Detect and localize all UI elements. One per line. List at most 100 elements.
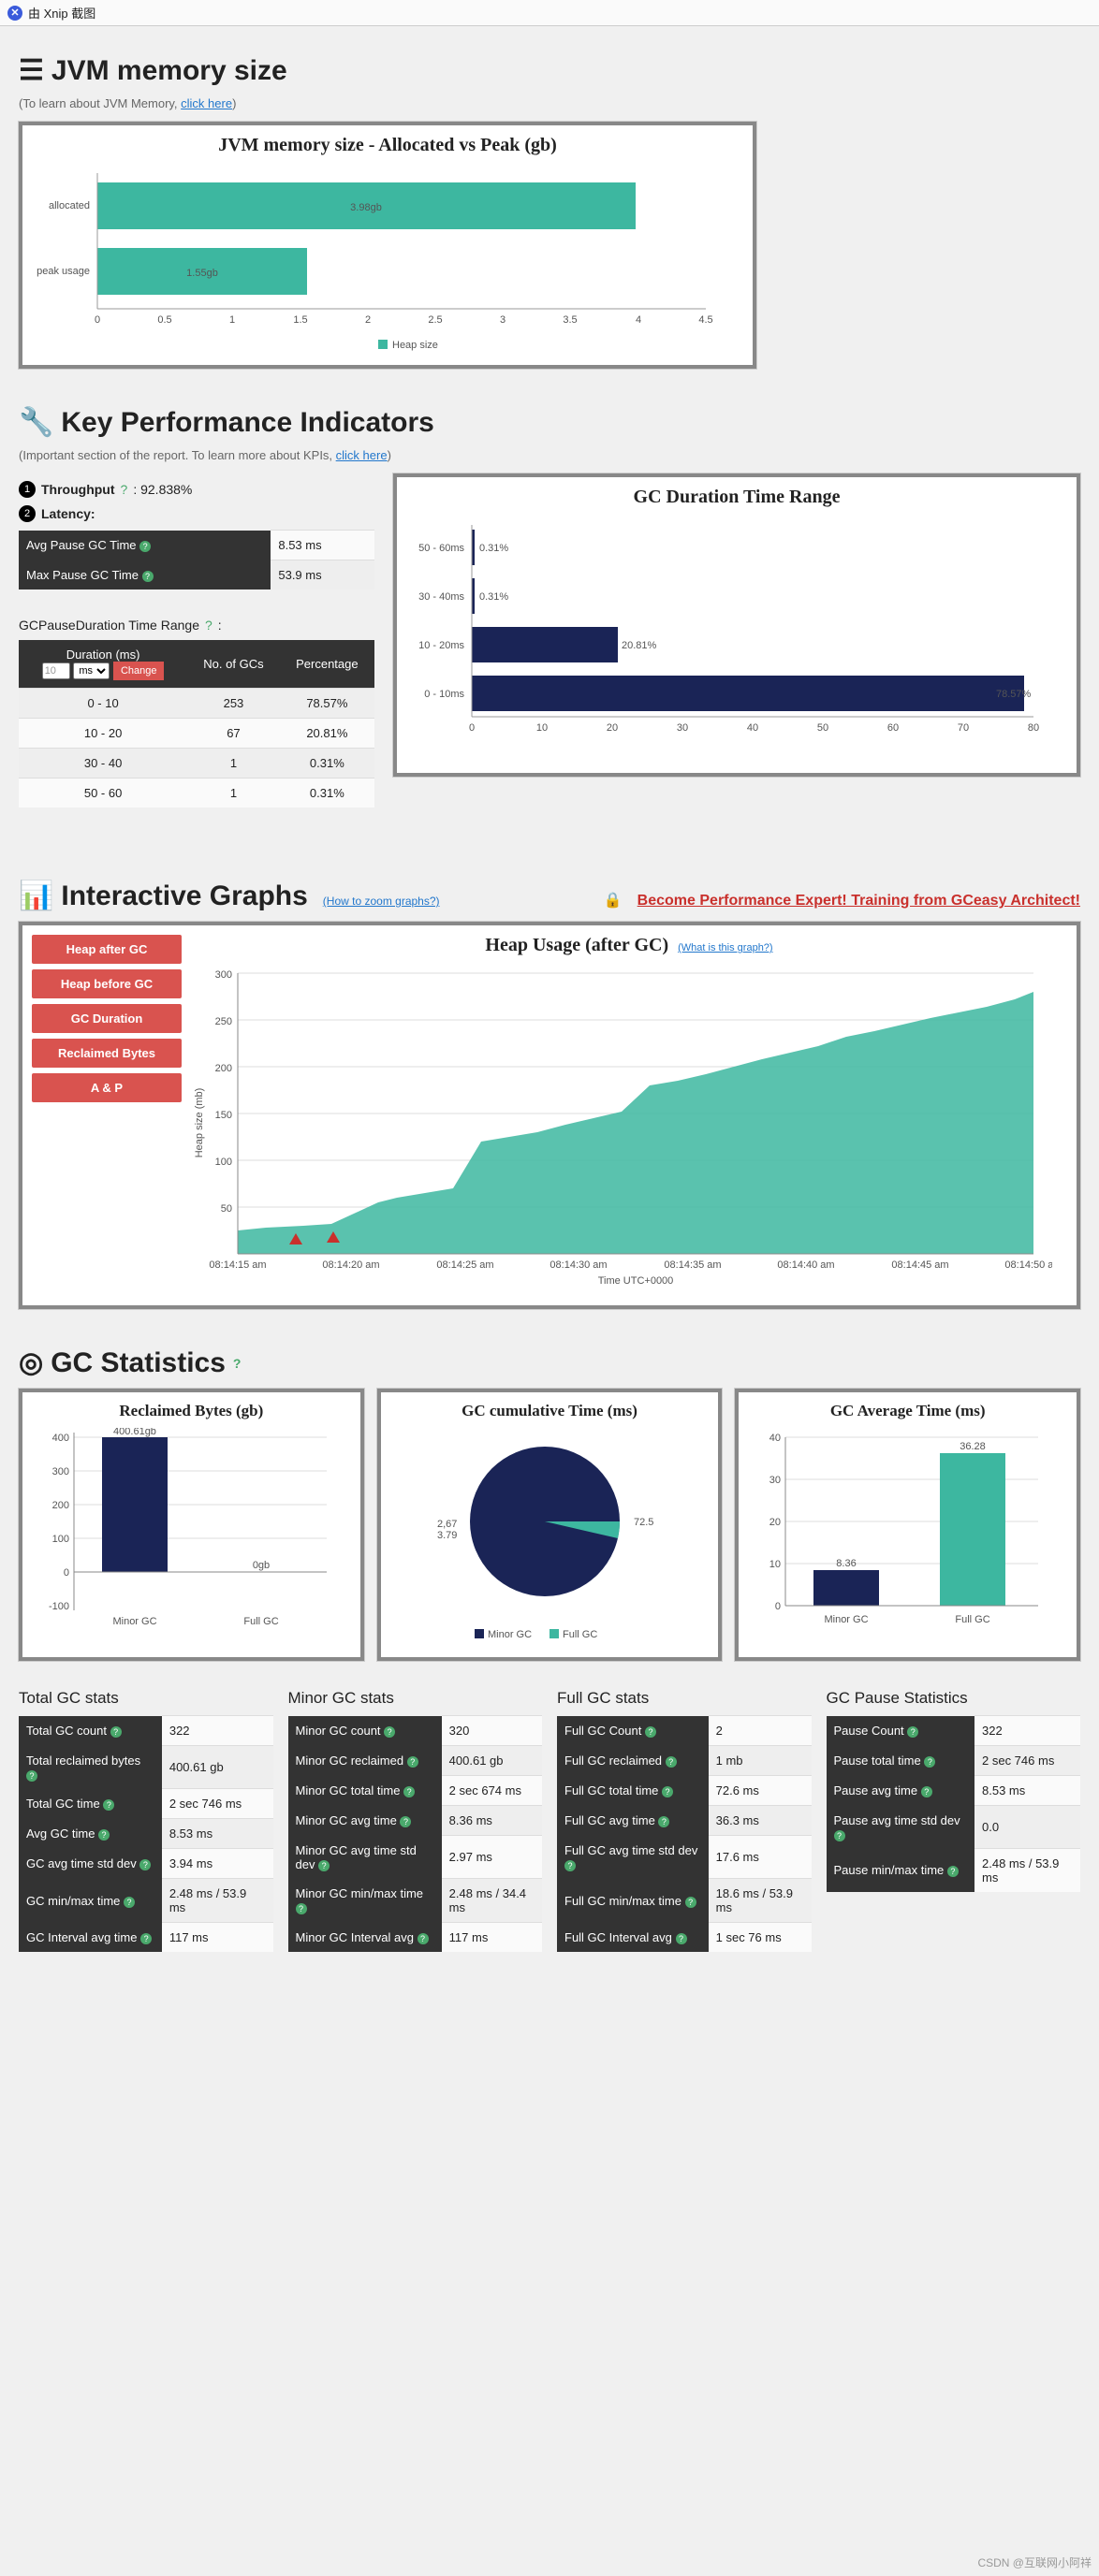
help-icon[interactable]: ? xyxy=(658,1816,669,1827)
svg-text:1: 1 xyxy=(229,314,235,326)
help-icon[interactable]: ? xyxy=(921,1786,932,1797)
help-icon[interactable]: ? xyxy=(140,1933,152,1944)
change-button[interactable]: Change xyxy=(113,662,165,680)
stat-val: 322 xyxy=(162,1716,273,1746)
svg-text:50: 50 xyxy=(817,722,828,734)
help-icon[interactable]: ? xyxy=(121,482,128,497)
help-icon[interactable]: ? xyxy=(124,1897,135,1908)
kpi-help-link[interactable]: click here xyxy=(336,448,388,462)
stat-key: Pause min/max time ? xyxy=(827,1849,975,1893)
help-icon[interactable]: ? xyxy=(564,1860,576,1871)
svg-text:0: 0 xyxy=(95,314,100,326)
heap-help-link[interactable]: (What is this graph?) xyxy=(678,942,772,953)
help-icon[interactable]: ? xyxy=(26,1770,37,1782)
svg-text:0.31%: 0.31% xyxy=(479,591,508,603)
svg-text:Minor GC: Minor GC xyxy=(112,1616,156,1627)
help-icon[interactable]: ? xyxy=(318,1860,330,1871)
help-icon[interactable]: ? xyxy=(139,1859,151,1870)
stat-key: Full GC avg time std dev ? xyxy=(557,1836,709,1879)
promo-link[interactable]: Become Performance Expert! Training from… xyxy=(637,893,1080,910)
tab-ap[interactable]: A & P xyxy=(32,1073,182,1102)
help-icon[interactable]: ? xyxy=(103,1799,114,1811)
help-icon[interactable]: ? xyxy=(666,1756,677,1768)
help-icon[interactable]: ? xyxy=(924,1756,935,1768)
stat-val: 2.48 ms / 53.9 ms xyxy=(974,1849,1080,1893)
help-icon[interactable]: ? xyxy=(676,1933,687,1944)
help-icon[interactable]: ? xyxy=(205,618,212,633)
jvm-chart-title: JVM memory size - Allocated vs Peak (gb) xyxy=(32,135,743,156)
stat-val: 36.3 ms xyxy=(709,1806,812,1836)
svg-text:0.5: 0.5 xyxy=(157,314,171,326)
svg-text:30 - 40ms: 30 - 40ms xyxy=(418,591,464,603)
help-icon[interactable]: ? xyxy=(645,1726,656,1738)
help-icon[interactable]: ? xyxy=(947,1866,959,1877)
svg-text:Full GC: Full GC xyxy=(956,1614,990,1625)
help-icon[interactable]: ? xyxy=(98,1829,110,1841)
stat-val: 1 mb xyxy=(709,1746,812,1776)
stat-val: 2 sec 746 ms xyxy=(162,1789,273,1819)
watermark: CSDN @互联网小阿祥 xyxy=(977,2554,1092,2570)
svg-text:08:14:30 am: 08:14:30 am xyxy=(550,1259,607,1271)
help-icon[interactable]: ? xyxy=(384,1726,395,1738)
jvm-help-link[interactable]: click here xyxy=(181,96,232,110)
help-icon[interactable]: ? xyxy=(418,1933,429,1944)
stat-key: Minor GC avg time ? xyxy=(288,1806,442,1836)
help-icon[interactable]: ? xyxy=(662,1786,673,1797)
stat-val: 8.36 ms xyxy=(442,1806,542,1836)
dur-input[interactable] xyxy=(42,662,70,679)
stat-val: 18.6 ms / 53.9 ms xyxy=(709,1879,812,1923)
help-icon[interactable]: ? xyxy=(296,1903,307,1914)
stat-key: Full GC Count ? xyxy=(557,1716,709,1746)
help-icon[interactable]: ? xyxy=(139,541,151,552)
help-icon[interactable]: ? xyxy=(907,1726,918,1738)
zoom-help-link[interactable]: (How to zoom graphs?) xyxy=(323,895,440,908)
help-icon[interactable]: ? xyxy=(233,1356,242,1371)
svg-text:250: 250 xyxy=(215,1016,232,1027)
col4-title: GC Pause Statistics xyxy=(827,1689,1081,1708)
tab-gc-duration[interactable]: GC Duration xyxy=(32,1004,182,1033)
col2-title: Minor GC stats xyxy=(288,1689,543,1708)
help-icon[interactable]: ? xyxy=(407,1756,418,1768)
reclaimed-chart: 400.61gb 0gb -1000100200300400 Minor GCF… xyxy=(32,1428,341,1643)
stat-key: Full GC avg time ? xyxy=(557,1806,709,1836)
stat-val: 2.97 ms xyxy=(442,1836,542,1879)
help-icon[interactable]: ? xyxy=(142,571,154,582)
stat-val: 2 sec 674 ms xyxy=(442,1776,542,1806)
stat-key: GC Interval avg time ? xyxy=(19,1923,162,1953)
svg-text:60: 60 xyxy=(887,722,899,734)
svg-text:200: 200 xyxy=(52,1500,69,1511)
avg-chart: 8.36 36.28 010203040 Minor GCFull GC xyxy=(748,1428,1057,1643)
help-icon[interactable]: ? xyxy=(110,1726,122,1738)
svg-text:100: 100 xyxy=(215,1157,232,1168)
full-gc-table: Full GC Count ?2Full GC reclaimed ?1 mbF… xyxy=(557,1715,812,1952)
svg-text:40: 40 xyxy=(769,1433,781,1444)
svg-text:4.5: 4.5 xyxy=(698,314,712,326)
help-icon[interactable]: ? xyxy=(403,1786,415,1797)
tab-reclaimed[interactable]: Reclaimed Bytes xyxy=(32,1039,182,1068)
stats-grid: Total GC statsTotal GC count ?322Total r… xyxy=(19,1689,1080,1952)
col1-title: Total GC stats xyxy=(19,1689,273,1708)
stat-key: Minor GC min/max time ? xyxy=(288,1879,442,1923)
jvm-subnote: (To learn about JVM Memory, click here) xyxy=(19,96,1080,110)
section-jvm-title: ☰ JVM memory size xyxy=(19,54,1080,87)
svg-text:3.5: 3.5 xyxy=(563,314,577,326)
svg-text:10: 10 xyxy=(769,1559,781,1570)
svg-text:Minor GC: Minor GC xyxy=(825,1614,869,1625)
help-icon[interactable]: ? xyxy=(400,1816,411,1827)
help-icon[interactable]: ? xyxy=(834,1830,845,1841)
svg-text:08:14:25 am: 08:14:25 am xyxy=(436,1259,493,1271)
stat-val: 0.0 xyxy=(974,1806,1080,1849)
help-icon[interactable]: ? xyxy=(685,1897,696,1908)
svg-text:4: 4 xyxy=(636,314,641,326)
tab-heap-after[interactable]: Heap after GC xyxy=(32,935,182,964)
stat-val: 8.53 ms xyxy=(162,1819,273,1849)
svg-text:2,67: 2,67 xyxy=(437,1519,457,1530)
cumulative-chart-panel: GC cumulative Time (ms) 2,67 3.79 72.5 M… xyxy=(377,1389,723,1661)
gc-duration-chart-panel: GC Duration Time Range 0.31% 0.31% 20.81… xyxy=(393,473,1080,777)
stat-val: 322 xyxy=(974,1716,1080,1746)
duration-table: Duration (ms) ms Change No. of GCsPercen… xyxy=(19,640,374,808)
dur-unit-select[interactable]: ms xyxy=(73,662,110,679)
tab-heap-before[interactable]: Heap before GC xyxy=(32,969,182,998)
stat-key: Minor GC Interval avg ? xyxy=(288,1923,442,1953)
svg-text:72.5: 72.5 xyxy=(634,1517,653,1528)
